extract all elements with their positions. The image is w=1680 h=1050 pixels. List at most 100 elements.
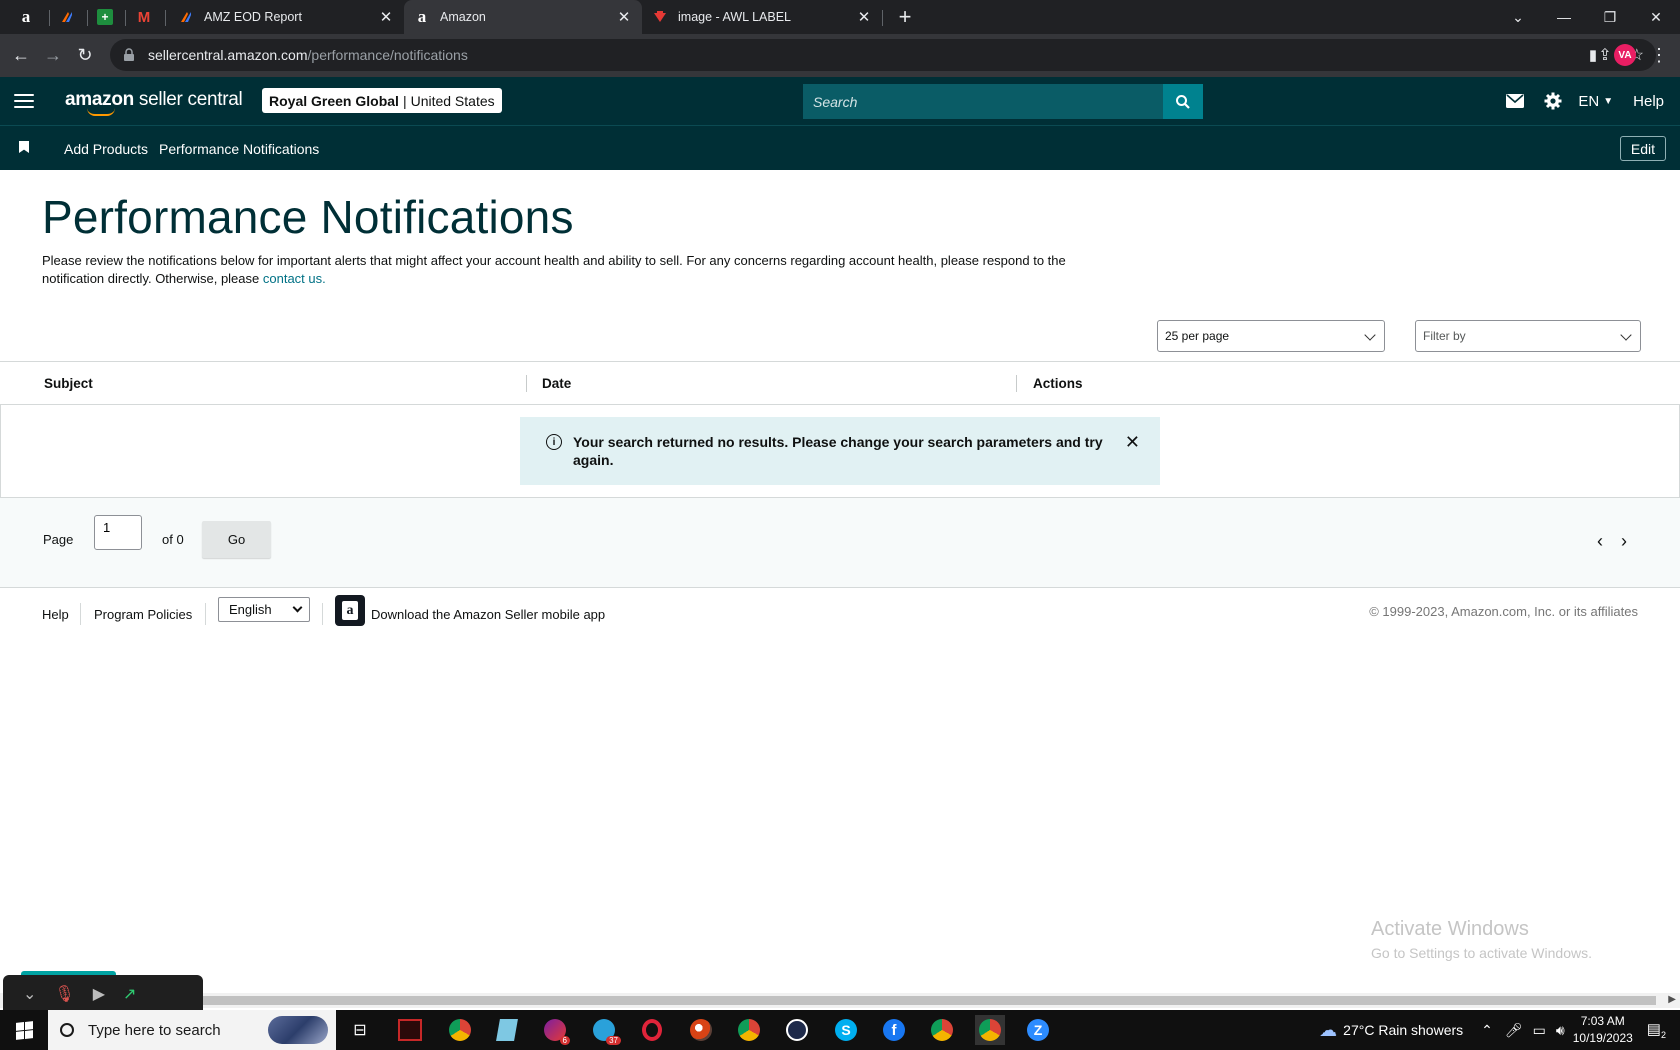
column-header-subject[interactable]: Subject (44, 362, 93, 405)
pinned-tab-gmail[interactable]: M (126, 0, 162, 34)
gmail-icon: M (137, 8, 151, 26)
close-icon[interactable]: ✕ (856, 8, 872, 26)
amazon-seller-app-icon[interactable]: a (335, 595, 365, 626)
notepad-icon[interactable] (492, 1015, 522, 1045)
clock-app-icon[interactable] (782, 1015, 812, 1045)
horizontal-scrollbar[interactable]: ▶ (0, 993, 1680, 1008)
clock[interactable]: 7:03 AM 10/19/2023 (1573, 1013, 1633, 1047)
profile-button[interactable]: VA (1610, 40, 1640, 70)
telegram-icon[interactable]: 37 (589, 1015, 621, 1045)
zoom-icon[interactable]: Z (1023, 1015, 1053, 1045)
share-screen-icon[interactable]: ↗ (123, 984, 136, 1004)
info-icon: i (546, 434, 562, 450)
microphone-icon[interactable]: 🎤︎ (1505, 1022, 1523, 1039)
close-icon[interactable]: ✕ (378, 8, 394, 26)
system-tray: ☁ 27°C Rain showers ⌃ 🎤︎ ▭ 🔊︎ 7:03 AM 10… (1319, 1010, 1680, 1050)
chrome-icon[interactable] (734, 1015, 764, 1045)
per-page-value: 25 per page (1165, 329, 1230, 343)
awl-icon (654, 11, 666, 22)
tab-amz-eod-report[interactable]: AMZ EOD Report ✕ (168, 0, 404, 34)
volume-icon[interactable]: 🔊︎ (1556, 1022, 1565, 1039)
address-bar[interactable]: sellercentral.amazon.com/performance/not… (110, 39, 1656, 71)
scrollbar-thumb[interactable] (200, 996, 1656, 1005)
tab-awl-label[interactable]: image - AWL LABEL ✕ (642, 0, 882, 34)
minimize-button[interactable]: — (1541, 0, 1587, 34)
badge-count: 37 (606, 1036, 621, 1045)
scroll-right-arrow-icon[interactable]: ▶ (1668, 994, 1676, 1005)
close-window-button[interactable]: ✕ (1633, 0, 1679, 34)
opera-icon[interactable] (637, 1015, 667, 1045)
chrome-work-profile-icon[interactable] (927, 1015, 957, 1045)
chrome-va-profile-icon[interactable] (975, 1015, 1005, 1045)
logo-seller-central-text: seller central (133, 89, 243, 110)
per-page-select[interactable]: 25 per page (1157, 320, 1385, 352)
tab-search-chevron-icon[interactable]: ⌄ (1495, 0, 1541, 34)
chevron-down-icon (1364, 329, 1376, 341)
column-separator (526, 375, 527, 392)
skype-icon[interactable]: S (831, 1015, 861, 1045)
clock-time: 7:03 AM (1580, 1014, 1625, 1028)
browser-tab-strip: a + M AMZ EOD Report ✕ a Amazon ✕ image … (0, 0, 1680, 34)
nav-item-add-products[interactable]: Add Products (64, 126, 148, 171)
app-red-grid-icon[interactable] (395, 1015, 425, 1045)
new-tab-button[interactable]: + (893, 0, 917, 34)
store-name: Royal Green Global (269, 92, 399, 109)
show-hidden-icons-chevron-icon[interactable]: ⌃ (1481, 1022, 1493, 1039)
previous-page-icon[interactable]: ‹ (1597, 531, 1603, 552)
page-number-input[interactable] (94, 515, 142, 550)
seller-central-logo[interactable]: amazon seller central (65, 89, 243, 116)
camera-icon[interactable]: ▶ (93, 984, 105, 1004)
go-button[interactable]: Go (202, 521, 271, 558)
restore-button[interactable]: ❐ (1587, 0, 1633, 34)
footer-help-link[interactable]: Help (42, 607, 69, 622)
notifications-icon[interactable]: ▤2 (1647, 1020, 1666, 1040)
browser-menu-icon[interactable]: ⋮ (1644, 40, 1674, 70)
close-icon[interactable]: ✕ (616, 8, 632, 26)
search-input[interactable] (803, 84, 1163, 119)
side-panel-icon[interactable]: ▮ (1578, 40, 1608, 70)
pinned-tab-zapier[interactable] (49, 0, 85, 34)
page-title: Performance Notifications (42, 191, 574, 243)
help-link[interactable]: Help (1633, 93, 1664, 110)
reload-button[interactable]: ↻ (70, 40, 100, 70)
bookmark-icon[interactable] (19, 141, 29, 153)
chrome-profile-icon[interactable] (445, 1015, 475, 1045)
weather-cloud-icon[interactable]: ☁ (1319, 1020, 1337, 1041)
next-page-icon[interactable]: › (1621, 531, 1627, 552)
muted-microphone-icon[interactable]: 🎙 (54, 984, 74, 1004)
pinned-tab-amazon[interactable]: a (8, 0, 44, 34)
search-icon (1176, 94, 1190, 109)
hamburger-menu-icon[interactable] (14, 91, 34, 111)
contact-us-link[interactable]: contact us. (263, 271, 326, 286)
url-host: sellercentral.amazon.com (148, 47, 308, 63)
forward-button[interactable]: → (38, 40, 68, 70)
search-button[interactable] (1163, 84, 1203, 119)
chevron-down-icon (1620, 329, 1632, 341)
tab-amazon[interactable]: a Amazon ✕ (404, 0, 642, 34)
facebook-icon[interactable]: f (879, 1015, 909, 1045)
taskbar-search[interactable]: Type here to search (48, 1010, 336, 1050)
download-app-link[interactable]: Download the Amazon Seller mobile app (371, 607, 605, 622)
settings-gear-icon[interactable] (1534, 92, 1572, 110)
weather-text[interactable]: 27°C Rain showers (1343, 1022, 1463, 1038)
mail-icon[interactable] (1496, 94, 1534, 108)
footer-separator (205, 603, 206, 625)
task-view-icon[interactable]: ⊟ (345, 1015, 375, 1045)
column-header-date[interactable]: Date (542, 362, 571, 405)
close-icon[interactable]: ✕ (1125, 433, 1140, 451)
collapse-chevron-icon[interactable]: ⌄ (23, 984, 36, 1004)
url-path: /performance/notifications (307, 47, 468, 63)
paint-app-icon[interactable] (686, 1015, 716, 1045)
footer-language-select[interactable]: English (218, 597, 310, 622)
edit-button[interactable]: Edit (1619, 136, 1666, 161)
language-selector[interactable]: EN ▼ (1578, 93, 1613, 110)
back-button[interactable]: ← (6, 40, 36, 70)
messenger-app-icon[interactable]: 6 (540, 1015, 570, 1045)
filter-select[interactable]: Filter by (1415, 320, 1641, 352)
store-switcher[interactable]: Royal Green Global | United States (262, 88, 502, 113)
pinned-tab-sheets[interactable]: + (87, 0, 123, 34)
program-policies-link[interactable]: Program Policies (94, 607, 192, 622)
network-icon[interactable]: ▭ (1533, 1022, 1546, 1039)
start-button[interactable] (0, 1010, 48, 1050)
nav-item-performance-notifications[interactable]: Performance Notifications (159, 126, 319, 171)
